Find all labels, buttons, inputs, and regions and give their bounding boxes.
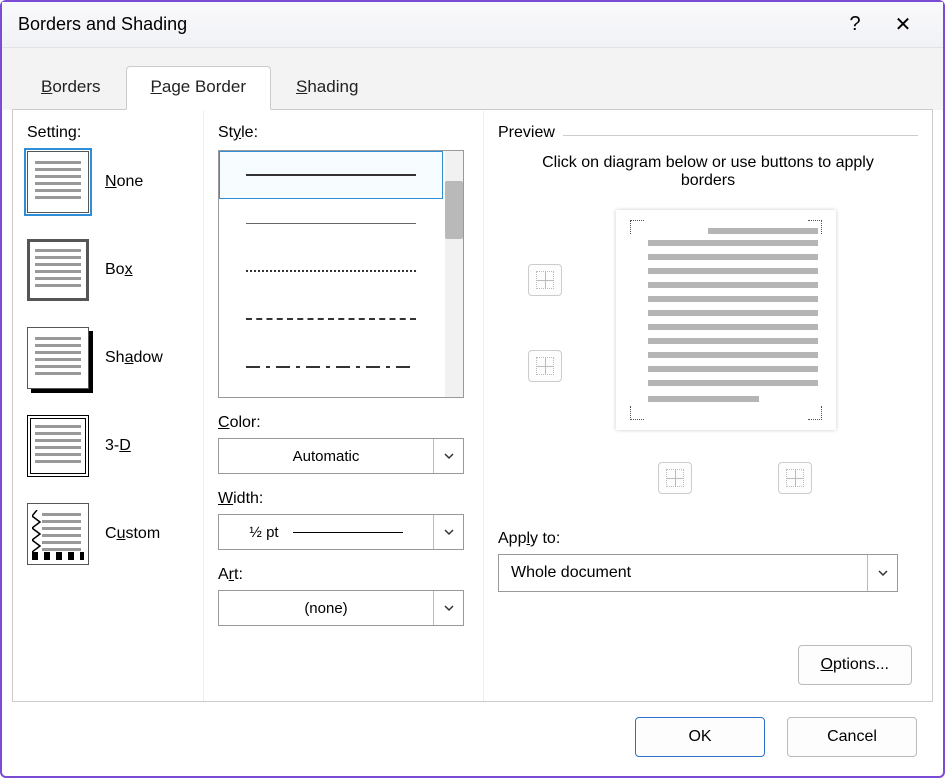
setting-shadow[interactable]: Shadow <box>27 326 189 390</box>
setting-3d-thumb <box>27 415 89 477</box>
preview-label: Preview <box>498 124 555 142</box>
setting-custom-thumb <box>27 503 89 565</box>
setting-column: Setting: None Box Shadow 3-D <box>13 110 203 701</box>
tab-borders[interactable]: Borders <box>16 66 126 110</box>
chevron-down-icon <box>867 555 897 591</box>
setting-3d[interactable]: 3-D <box>27 414 189 478</box>
setting-none-label: None <box>105 173 143 191</box>
art-combo[interactable]: (none) <box>218 590 464 626</box>
tab-page-border[interactable]: Page Border <box>126 66 271 110</box>
setting-box[interactable]: Box <box>27 238 189 302</box>
border-grid-icon <box>536 271 554 289</box>
chevron-down-icon <box>433 591 463 625</box>
border-left-toggle[interactable] <box>658 462 692 494</box>
setting-shadow-label: Shadow <box>105 349 163 367</box>
border-grid-icon <box>786 469 804 487</box>
style-list[interactable] <box>218 150 464 398</box>
corner-marker <box>808 406 822 420</box>
preview-header: Preview <box>498 124 918 146</box>
tab-shading[interactable]: Shading <box>271 66 383 110</box>
art-label: Art: <box>218 566 469 584</box>
color-label: Color: <box>218 414 469 432</box>
setting-shadow-thumb <box>27 327 89 389</box>
tab-panel: Setting: None Box Shadow 3-D <box>12 109 933 702</box>
style-scroll-thumb[interactable] <box>445 181 463 239</box>
ok-button[interactable]: OK <box>635 717 765 757</box>
options-button[interactable]: Options... <box>798 645 912 685</box>
close-icon: ✕ <box>895 12 912 37</box>
width-preview-line <box>293 532 403 533</box>
style-column: Style: Color: Automatic Width: ½ pt <box>203 110 483 701</box>
chevron-down-icon <box>433 515 463 549</box>
titlebar: Borders and Shading ? ✕ <box>2 2 943 48</box>
setting-custom[interactable]: Custom <box>27 502 189 566</box>
close-button[interactable]: ✕ <box>879 2 927 48</box>
border-bottom-toggle[interactable] <box>528 350 562 382</box>
style-hairline[interactable] <box>219 199 443 247</box>
width-label: Width: <box>218 490 469 508</box>
apply-to-label: Apply to: <box>498 530 918 548</box>
preview-page[interactable] <box>616 210 836 430</box>
art-value: (none) <box>219 600 433 617</box>
apply-to-combo[interactable]: Whole document <box>498 554 898 592</box>
cancel-button[interactable]: Cancel <box>787 717 917 757</box>
setting-box-thumb <box>27 239 89 301</box>
setting-box-label: Box <box>105 261 133 279</box>
corner-marker <box>630 220 644 234</box>
setting-label: Setting: <box>27 124 189 142</box>
dialog-title: Borders and Shading <box>18 14 831 35</box>
border-grid-icon <box>536 357 554 375</box>
preview-message: Click on diagram below or use buttons to… <box>528 154 888 190</box>
color-combo[interactable]: Automatic <box>218 438 464 474</box>
setting-none-thumb <box>27 151 89 213</box>
preview-area <box>498 204 918 494</box>
border-grid-icon <box>666 469 684 487</box>
setting-none[interactable]: None <box>27 150 189 214</box>
tab-strip: Borders Page Border Shading <box>2 48 943 110</box>
style-solid[interactable] <box>219 151 443 199</box>
help-button[interactable]: ? <box>831 2 879 48</box>
style-dashdot[interactable] <box>219 343 443 391</box>
preview-column: Preview Click on diagram below or use bu… <box>483 110 932 701</box>
border-top-toggle[interactable] <box>528 264 562 296</box>
border-right-toggle[interactable] <box>778 462 812 494</box>
preview-divider <box>563 135 918 136</box>
style-dotted[interactable] <box>219 247 443 295</box>
width-value: ½ pt <box>219 524 433 541</box>
color-value: Automatic <box>219 448 433 465</box>
apply-to-value: Whole document <box>499 564 867 582</box>
page-text-icon <box>648 240 818 390</box>
style-label: Style: <box>218 124 469 142</box>
borders-shading-dialog: Borders and Shading ? ✕ Borders Page Bor… <box>0 0 945 778</box>
style-scrollbar[interactable] <box>445 151 463 397</box>
help-icon: ? <box>849 13 860 36</box>
setting-custom-label: Custom <box>105 525 160 543</box>
chevron-down-icon <box>433 439 463 473</box>
setting-3d-label: 3-D <box>105 437 131 455</box>
style-dashed[interactable] <box>219 295 443 343</box>
width-combo[interactable]: ½ pt <box>218 514 464 550</box>
dialog-footer: OK Cancel <box>2 712 943 776</box>
corner-marker <box>630 406 644 420</box>
